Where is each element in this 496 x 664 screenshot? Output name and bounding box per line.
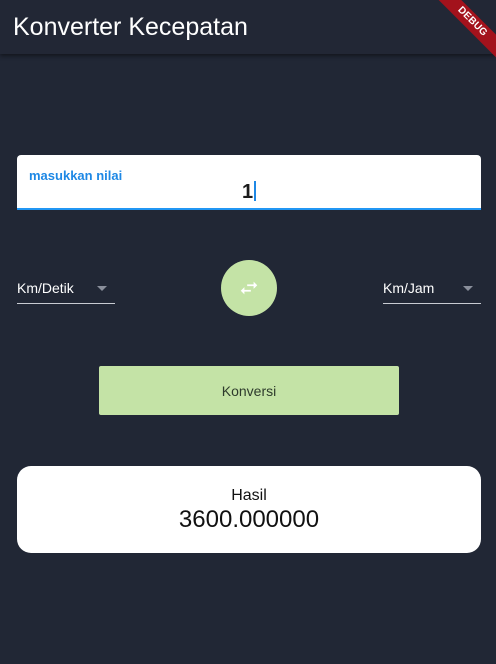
- swap-horizontal-icon: [240, 281, 258, 295]
- value-input[interactable]: 1: [17, 181, 481, 203]
- from-unit-value: Km/Detik: [17, 280, 74, 296]
- debug-label: DEBUG: [430, 0, 496, 64]
- swap-units-button[interactable]: [221, 260, 277, 316]
- app-bar: Konverter Kecepatan: [0, 0, 496, 54]
- dropdown-arrow-icon: [463, 286, 473, 291]
- to-unit-value: Km/Jam: [383, 280, 435, 296]
- value-input-field[interactable]: masukkan nilai 1: [17, 155, 481, 210]
- result-card: Hasil 3600.000000: [17, 466, 481, 553]
- convert-button-label: Konversi: [221, 382, 277, 399]
- text-cursor: [254, 181, 257, 201]
- result-value: 3600.000000: [178, 506, 320, 533]
- from-unit-dropdown[interactable]: Km/Detik: [17, 273, 115, 304]
- to-unit-dropdown[interactable]: Km/Jam: [383, 273, 481, 304]
- dropdown-arrow-icon: [97, 286, 107, 291]
- page-title: Konverter Kecepatan: [13, 13, 248, 41]
- convert-button[interactable]: Konversi: [99, 366, 399, 415]
- value-input-text: 1: [241, 181, 254, 203]
- debug-banner: DEBUG: [426, 0, 496, 70]
- result-label: Hasil: [231, 487, 267, 504]
